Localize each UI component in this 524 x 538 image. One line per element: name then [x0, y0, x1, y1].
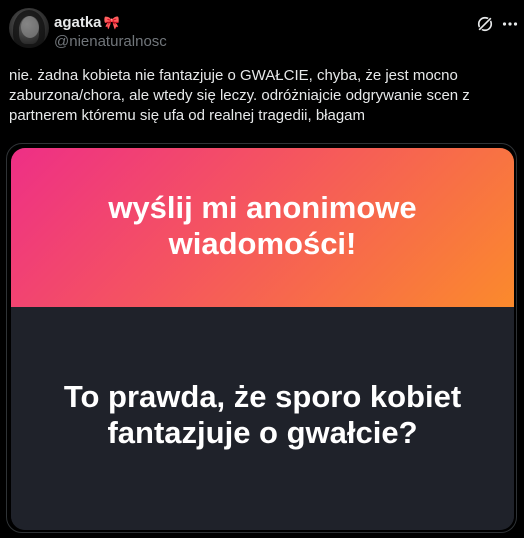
more-options-icon[interactable] — [502, 16, 518, 32]
avatar-face — [21, 16, 39, 38]
grok-icon[interactable] — [475, 14, 495, 34]
author-display-name[interactable]: agatka — [54, 14, 102, 31]
tweet-media[interactable]: wyślij mi anonimowe wiadomości! To prawd… — [6, 143, 517, 533]
question-card: wyślij mi anonimowe wiadomości! To prawd… — [11, 148, 514, 530]
author-name-row: agatka 🎀 — [54, 14, 120, 31]
card-body: To prawda, że sporo kobiet fantazjuje o … — [11, 307, 514, 530]
card-title: wyślij mi anonimowe wiadomości! — [108, 189, 417, 261]
tweet-text: nie. żadna kobieta nie fantazjuje o GWAŁ… — [9, 67, 470, 124]
tweet: agatka 🎀 @nienaturalnosc nie. żadna kobi… — [0, 0, 524, 538]
avatar[interactable] — [9, 8, 49, 48]
card-question: To prawda, że sporo kobiet fantazjuje o … — [63, 378, 462, 450]
author-handle[interactable]: @nienaturalnosc — [54, 33, 167, 50]
ribbon-bow-icon: 🎀 — [103, 15, 120, 30]
card-header: wyślij mi anonimowe wiadomości! — [11, 148, 514, 307]
